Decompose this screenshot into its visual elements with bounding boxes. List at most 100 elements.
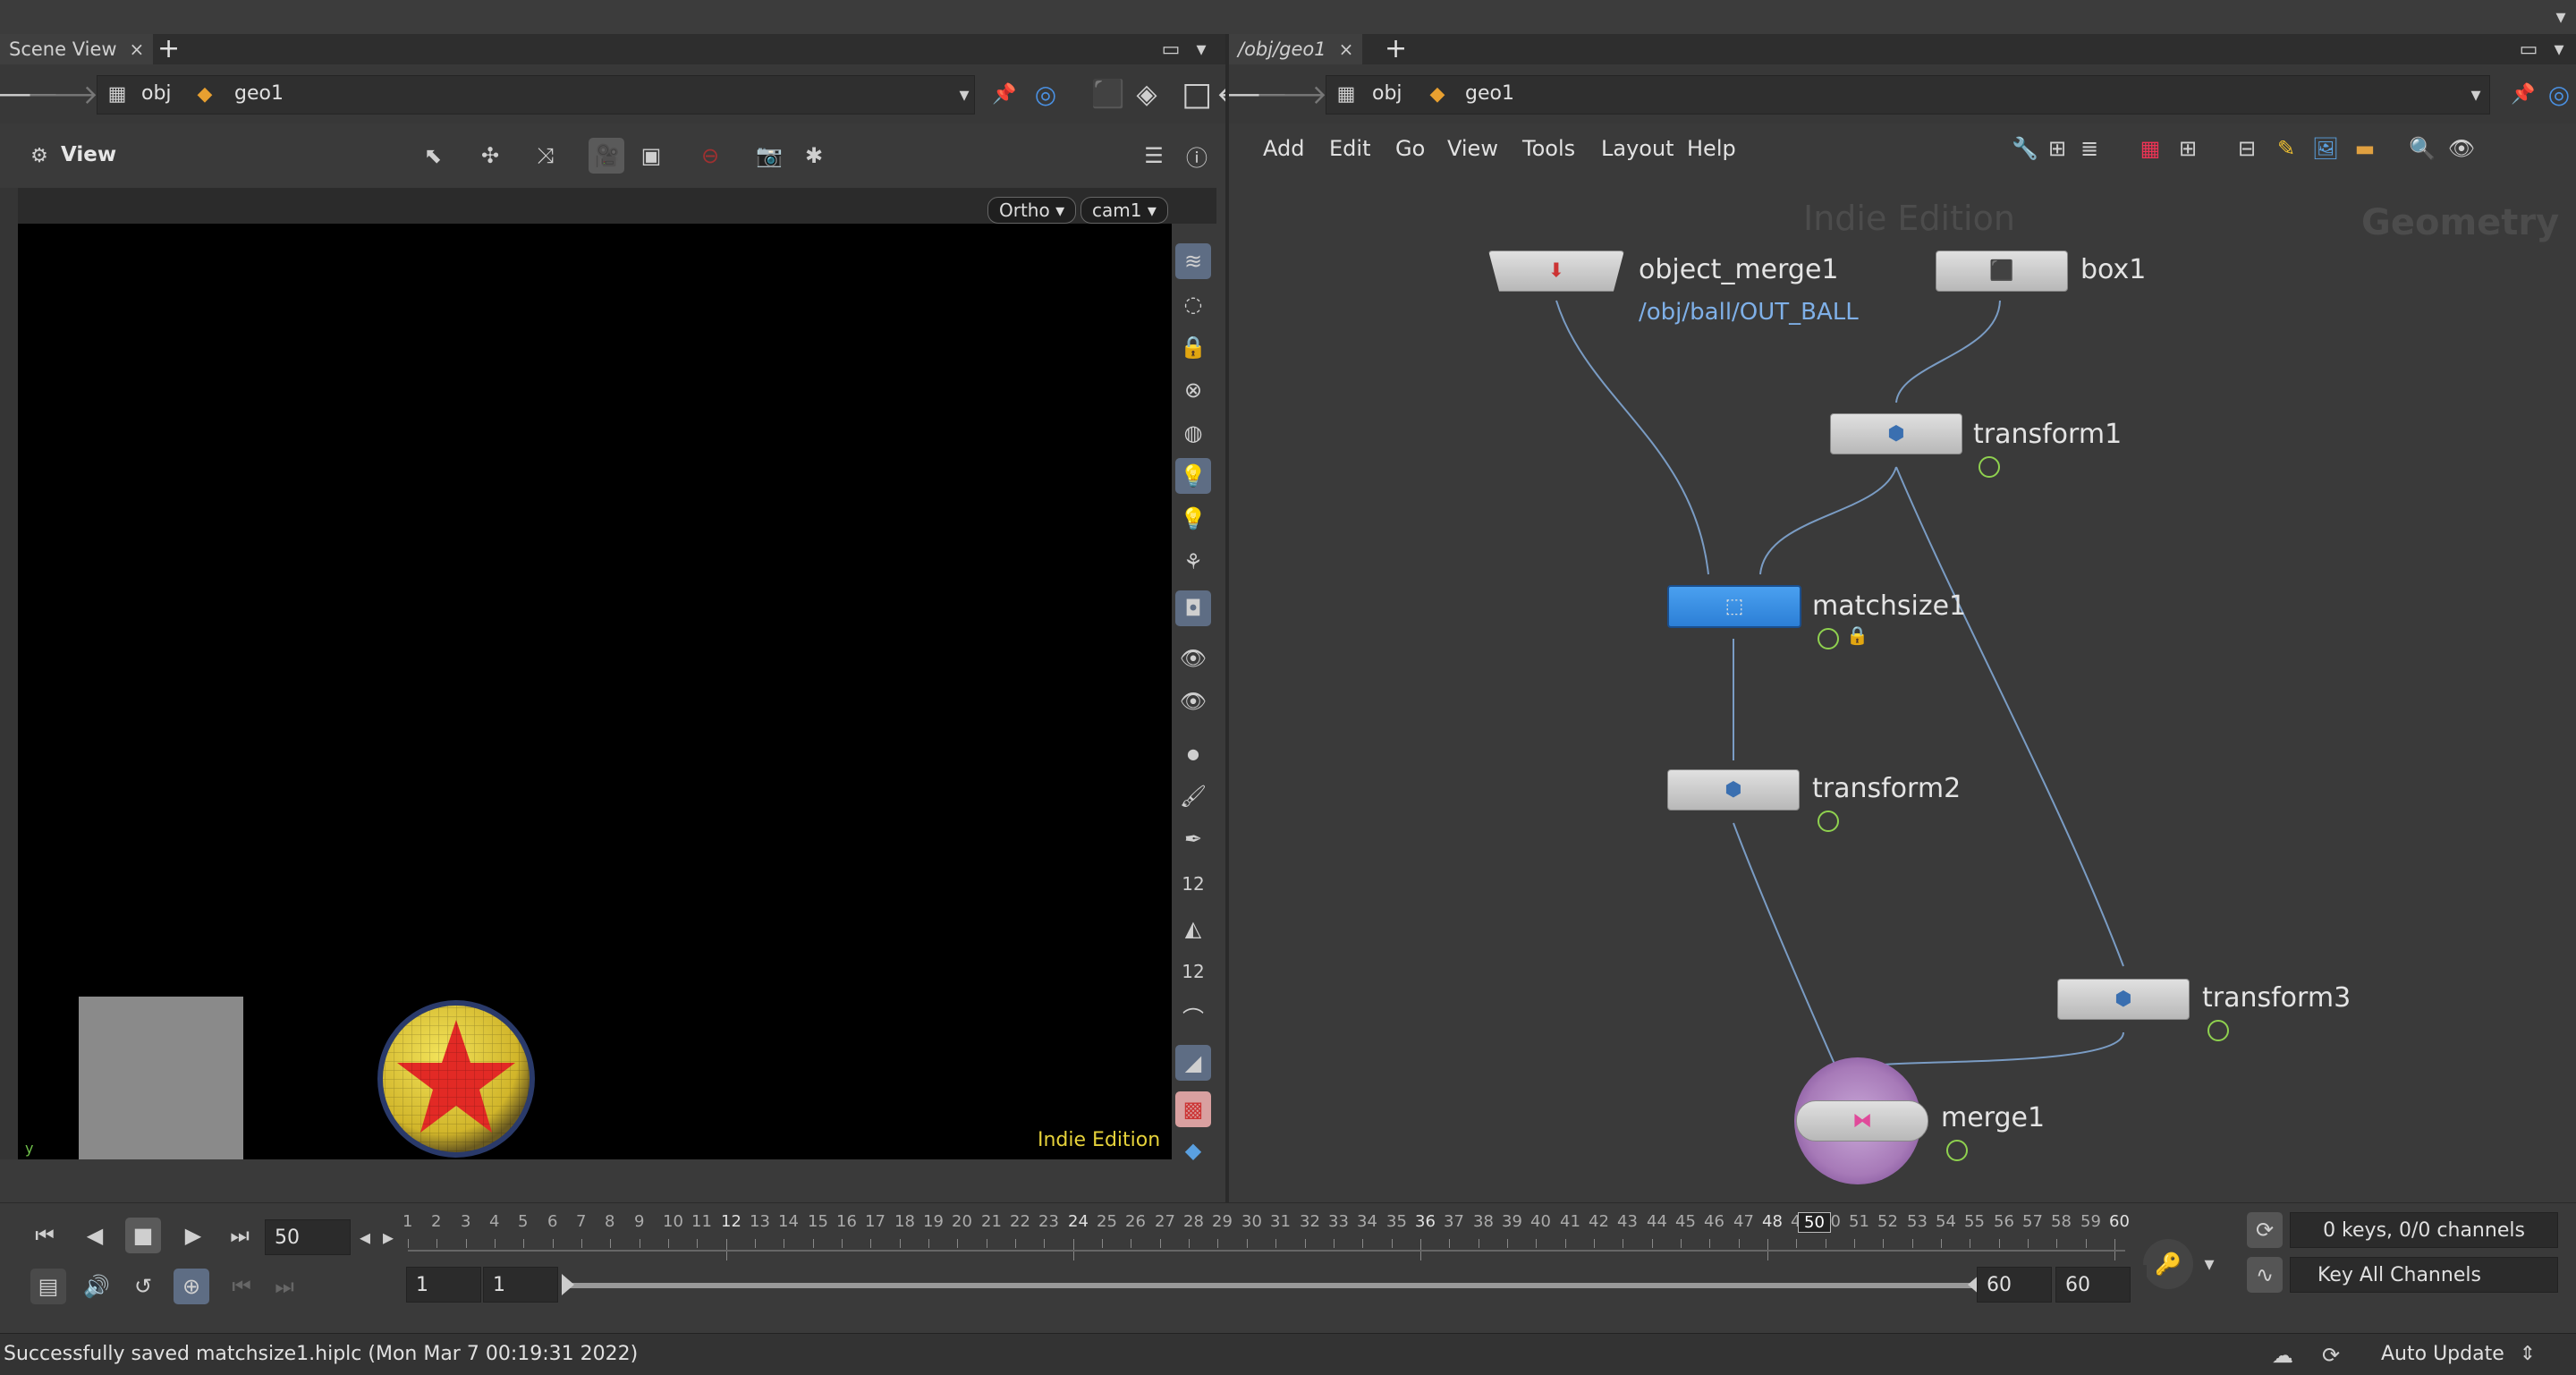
step-forward-icon[interactable]: ▸ xyxy=(376,1219,401,1255)
chevron-down-icon[interactable]: ▾ xyxy=(2547,38,2571,61)
pane-menu-icon[interactable]: ▭ xyxy=(2517,38,2540,61)
menu-tools[interactable]: Tools xyxy=(1522,136,1575,161)
node-box1-label[interactable]: box1 xyxy=(2080,254,2146,285)
node-merge1[interactable]: ⧓ xyxy=(1796,1100,1928,1142)
node-transform2[interactable]: ⬢ xyxy=(1667,769,1800,811)
node-transform1-label[interactable]: transform1 xyxy=(1973,419,2122,450)
stop-icon[interactable]: ⊖ xyxy=(692,138,728,174)
menu-edit[interactable]: Edit xyxy=(1329,136,1370,161)
chevron-updown-icon[interactable]: ⇕ xyxy=(2519,1343,2537,1365)
menu-help[interactable]: Help xyxy=(1687,136,1736,161)
node-matchsize1-label[interactable]: matchsize1 xyxy=(1812,590,1966,622)
box-icon[interactable]: ▬ xyxy=(2347,131,2383,166)
brush-icon[interactable]: 🖌 xyxy=(1175,778,1211,814)
close-icon[interactable]: × xyxy=(1339,38,1354,60)
menu-layout[interactable]: Layout xyxy=(1601,136,1674,161)
display-options-icon[interactable]: ▣ xyxy=(633,138,669,174)
global-animation-icon[interactable]: ⊕ xyxy=(174,1269,209,1304)
layout-icon[interactable]: ☰ xyxy=(1136,138,1172,174)
lock-icon[interactable]: 🔒 xyxy=(1846,624,1868,646)
visibility2-icon[interactable]: 👁 xyxy=(1175,683,1211,719)
real-time-icon[interactable]: ▤ xyxy=(30,1269,66,1304)
audio-icon[interactable]: 🔊 xyxy=(79,1269,114,1304)
node-transform2-label[interactable]: transform2 xyxy=(1812,773,1961,804)
cube-icon[interactable]: ⬛ xyxy=(1091,79,1124,110)
go-to-start-icon[interactable]: ⏮ xyxy=(27,1218,63,1253)
network-editor[interactable]: Indie Edition Geometry ⬇ object_merge1 /… xyxy=(1229,175,2576,1202)
square-icon[interactable]: □ xyxy=(1179,76,1215,113)
path-current[interactable]: geo1 xyxy=(234,77,284,111)
forward-arrow-icon[interactable]: 🡒 xyxy=(27,79,98,111)
node-object-merge1[interactable]: ⬇ xyxy=(1488,250,1624,292)
camera-menu[interactable]: cam1 ▾ xyxy=(1080,197,1168,224)
path-field[interactable] xyxy=(97,75,975,115)
pin-icon[interactable]: 📌 xyxy=(989,79,1020,109)
menu-view[interactable]: View xyxy=(1447,136,1498,161)
normals-icon[interactable]: ◢ xyxy=(1175,1045,1211,1081)
handle-tool-icon[interactable]: ✣ xyxy=(472,138,508,174)
view-menu-icon[interactable]: ⚙ xyxy=(23,140,55,172)
channel-curve-icon[interactable]: ∿ xyxy=(2247,1257,2283,1293)
close-icon[interactable]: × xyxy=(130,38,145,60)
eye-icon[interactable]: 👁 xyxy=(2444,131,2479,166)
wrench-icon[interactable]: 🔧 xyxy=(2007,131,2043,166)
node-object-merge1-label[interactable]: object_merge1 xyxy=(1639,254,1839,285)
range-end-field[interactable]: 60 xyxy=(1977,1267,2052,1303)
pin-icon[interactable]: 📌 xyxy=(2508,79,2538,109)
key-icon[interactable]: 🔑 xyxy=(2143,1239,2193,1289)
node-transform3[interactable]: ⬢ xyxy=(2057,979,2190,1020)
viewport-canvas[interactable]: y Indie Edition xyxy=(18,224,1172,1159)
sticky-note-icon[interactable]: ✎ xyxy=(2268,131,2304,166)
headlight-icon[interactable]: 💡 xyxy=(1175,501,1211,537)
chevron-down-icon[interactable]: ▾ xyxy=(955,84,973,106)
pane-divider[interactable] xyxy=(1225,34,1229,1202)
primitive-icon[interactable]: ◭ xyxy=(1175,911,1211,946)
pose-tool-icon[interactable]: ⤨ xyxy=(528,138,564,174)
add-tab-icon[interactable]: + xyxy=(1385,34,1407,64)
frame-ruler[interactable]: 1 2 3 4 5 6 7 8 9 10 11 12 13 14 15 16 17 18 19 20 21 22 23 24 2… xyxy=(402,1212,2134,1264)
update-icon[interactable]: ⟳ xyxy=(2313,1337,2349,1373)
path-root[interactable]: obj xyxy=(1372,77,1402,111)
range-end2-field[interactable]: 60 xyxy=(2055,1267,2131,1303)
view-label[interactable]: View xyxy=(61,143,116,166)
step-back-icon[interactable]: ◂ xyxy=(352,1219,377,1255)
lock-icon[interactable]: 🔒 xyxy=(1175,329,1211,365)
stop-playback-icon[interactable]: ■ xyxy=(125,1218,161,1253)
globe-icon[interactable]: ◍ xyxy=(1175,415,1211,451)
point-numbers-icon[interactable]: 12 xyxy=(1175,866,1211,902)
playhead[interactable]: 50 xyxy=(1798,1212,1831,1233)
prim-numbers-icon[interactable]: 12 xyxy=(1175,954,1211,989)
grid-icon[interactable]: ⊞ xyxy=(2170,131,2206,166)
link-icon[interactable]: ◎ xyxy=(2544,79,2574,109)
node-box1[interactable]: ⬛ xyxy=(1936,250,2068,292)
tab-network[interactable]: /obj/geo1 × xyxy=(1229,34,1363,64)
chevron-down-icon[interactable]: ▾ xyxy=(2200,1253,2218,1276)
chevron-down-icon[interactable]: ▾ xyxy=(2467,84,2485,106)
help-icon[interactable]: ⓘ xyxy=(1179,138,1215,174)
chevron-down-icon[interactable]: ▾ xyxy=(2547,4,2574,30)
range-slider-start-handle[interactable] xyxy=(562,1274,574,1295)
visibility-icon[interactable]: 👁 xyxy=(1175,641,1211,676)
node-matchsize1[interactable]: ⬚ xyxy=(1667,585,1801,628)
menu-add[interactable]: Add xyxy=(1263,136,1304,161)
go-to-end-icon[interactable]: ⏭ xyxy=(222,1218,258,1253)
light-icon[interactable]: 💡 xyxy=(1175,458,1211,494)
play-icon[interactable]: ▶ xyxy=(175,1218,211,1253)
pane-menu-icon[interactable]: ▭ xyxy=(1159,38,1182,61)
tree-icon[interactable]: ⊞ xyxy=(2039,131,2075,166)
light-linker-icon[interactable]: ⚘ xyxy=(1175,544,1211,580)
shading-icon[interactable]: ◘ xyxy=(1175,590,1211,626)
search-icon[interactable]: 🔍 xyxy=(2404,131,2440,166)
path-current[interactable]: geo1 xyxy=(1465,77,1514,111)
menu-go[interactable]: Go xyxy=(1395,136,1425,161)
network-box-icon[interactable]: ⊟ xyxy=(2229,131,2265,166)
camera-tool-icon[interactable]: 🎥 xyxy=(589,138,624,174)
image-icon[interactable]: 🖼 xyxy=(2308,131,2343,166)
key-channels-dropdown[interactable]: Key All Channels xyxy=(2290,1257,2558,1293)
template-icon[interactable]: ◆ xyxy=(1175,1133,1211,1168)
forward-arrow-icon[interactable]: 🡒 xyxy=(1256,79,1327,111)
select-tool-icon[interactable]: ⬉ xyxy=(415,138,451,174)
curve-icon[interactable]: ⌒ xyxy=(1175,998,1211,1034)
projection-menu[interactable]: Ortho ▾ xyxy=(987,197,1077,224)
range-start-field[interactable]: 1 xyxy=(406,1267,481,1303)
